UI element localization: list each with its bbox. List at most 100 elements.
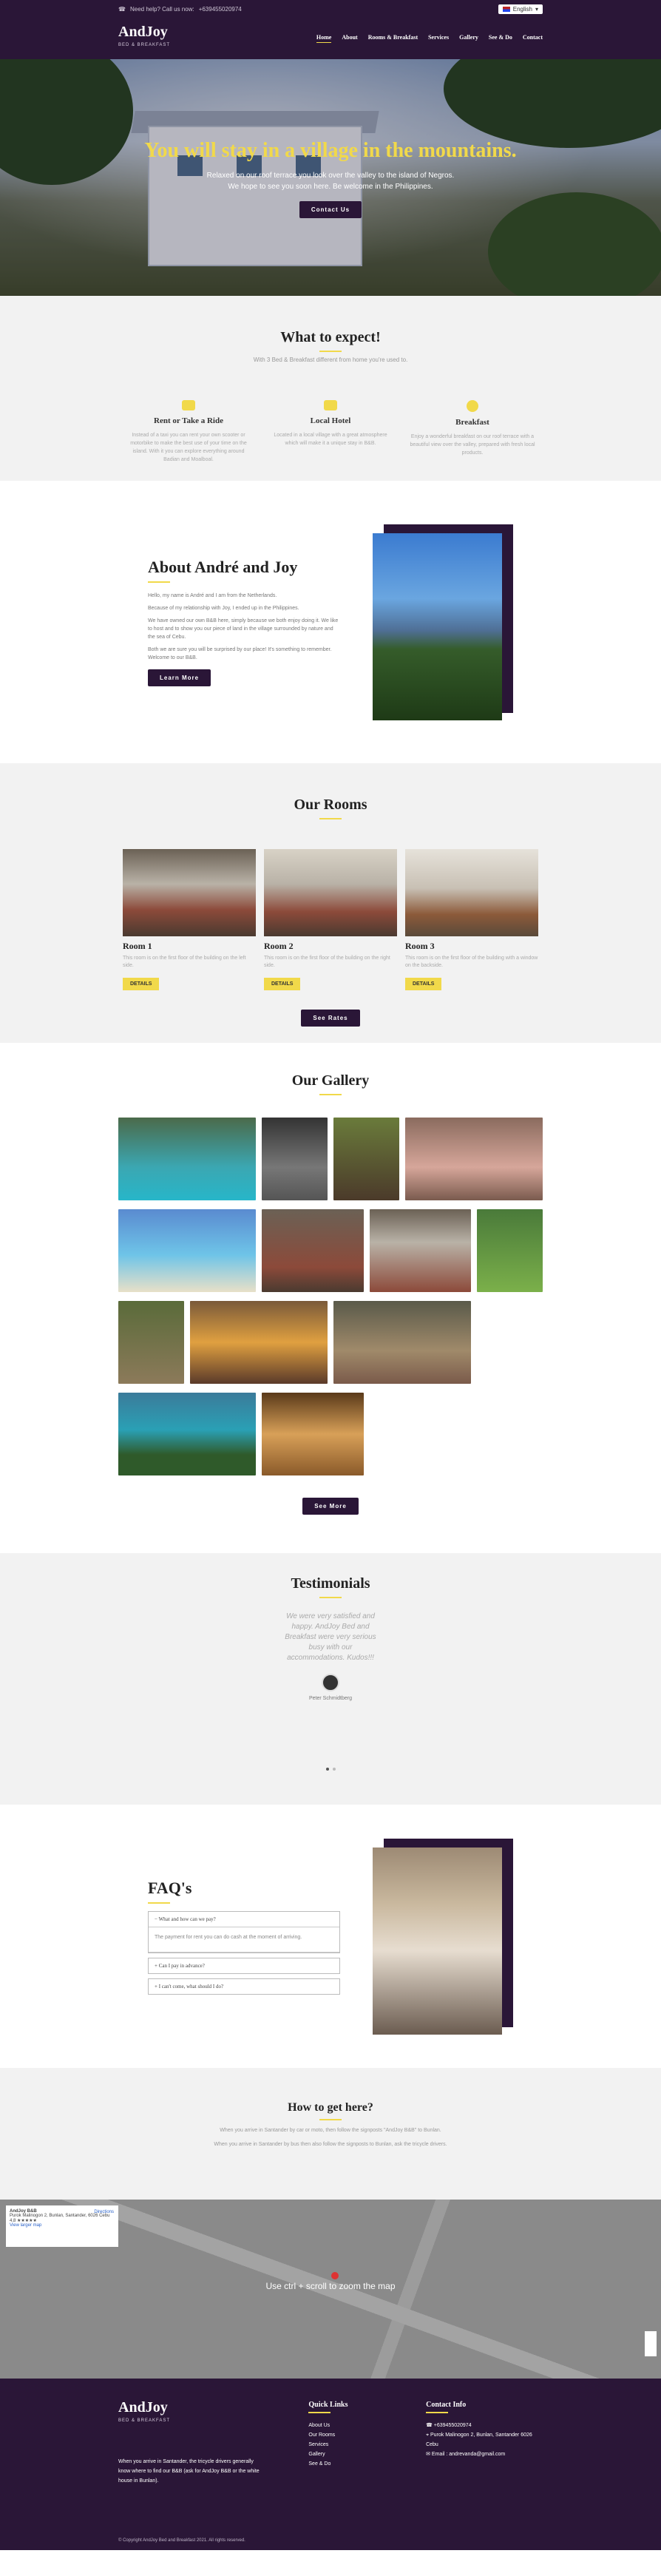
hero-text-1: Relaxed on our roof terrace you look ove… (206, 172, 455, 180)
room-name: Room 2 (264, 941, 294, 951)
gallery-image-fruit[interactable] (190, 1301, 328, 1384)
faq-item[interactable]: + Can I pay in advance? (148, 1957, 340, 1974)
directions-text: When you arrive in Santander by car or m… (220, 2128, 441, 2133)
testimonial-quote: We were very satisfied and happy. AndJoy… (285, 1612, 376, 1662)
map-pin-icon[interactable] (331, 2272, 339, 2279)
nav-item-contact[interactable]: Contact (523, 34, 543, 43)
about-text: About André and Joy Hello, my name is An… (148, 558, 340, 686)
title-underline (319, 818, 342, 819)
breakfast-icon (467, 400, 478, 412)
footer-link[interactable]: Gallery (308, 2450, 382, 2459)
nav-item-services[interactable]: Services (428, 34, 449, 43)
faq-photo (373, 1838, 513, 2035)
testimonial-author: Peter Schmidtberg (309, 1696, 352, 1701)
faq-item[interactable]: + I can't come, what should I do? (148, 1978, 340, 1995)
feature-breakfast: Breakfast Enjoy a wonderful breakfast on… (410, 400, 535, 464)
faq-question[interactable]: − What and how can we pay? (149, 1912, 339, 1927)
gallery-image-food[interactable] (262, 1393, 364, 1475)
gallery-image-monkey[interactable] (262, 1118, 328, 1200)
gallery-image-room[interactable] (262, 1209, 364, 1292)
footer-link[interactable]: Services (308, 2440, 382, 2450)
gallery-image-beach[interactable] (118, 1209, 256, 1292)
feature-rent: Rent or Take a Ride Instead of a taxi yo… (126, 400, 251, 464)
feature-title: Local Hotel (310, 416, 351, 425)
rooms-title: Our Rooms (294, 797, 367, 813)
room-photo[interactable] (264, 849, 397, 936)
see-rates-button[interactable]: See Rates (301, 1010, 360, 1027)
minus-icon: − (155, 1916, 157, 1922)
feature-hotel: Local Hotel Located in a local village w… (268, 400, 393, 464)
gallery-image-waterfall[interactable] (118, 1118, 256, 1200)
map-zoom-hint: Use ctrl + scroll to zoom the map (265, 2281, 396, 2291)
site-logo[interactable]: AndJoy BED & BREAKFAST (118, 24, 170, 52)
gallery-image-room[interactable] (369, 1209, 471, 1292)
footer-link[interactable]: See & Do (308, 2459, 382, 2469)
nav-menu: Home About Rooms & Breakfast Services Ga… (316, 34, 543, 43)
room-photo[interactable] (405, 849, 538, 936)
learn-more-button[interactable]: Learn More (148, 669, 211, 686)
car-icon (182, 400, 195, 410)
title-underline (148, 581, 170, 583)
plus-icon: + (155, 1962, 157, 1969)
directions-title: How to get here? (288, 2101, 373, 2114)
footer-logo[interactable]: AndJoy BED & BREAKFAST (118, 2400, 264, 2427)
brand-name: AndJoy (118, 24, 168, 40)
directions-link[interactable]: Directions (94, 2210, 114, 2214)
chevron-down-icon: ▾ (535, 5, 538, 13)
about-title: About André and Joy (148, 558, 298, 576)
footer-quick-links: Quick Links About Us Our Rooms Services … (308, 2401, 382, 2550)
room-description: This room is on the first floor of the b… (123, 956, 246, 968)
nav-item-see-do[interactable]: See & Do (489, 34, 512, 43)
hallway-photo (373, 1847, 502, 2035)
contact-us-button[interactable]: Contact Us (299, 201, 362, 218)
room-photo[interactable] (123, 849, 256, 936)
nav-item-about[interactable]: About (342, 34, 357, 43)
gallery-image-pig[interactable] (333, 1301, 471, 1384)
title-underline (319, 1094, 342, 1095)
google-map[interactable]: AndJoy B&B Purok Malinogon 2, Bunlan, Sa… (0, 2200, 661, 2379)
hero-text-2: We hope to see you soon here. Be welcome… (228, 183, 433, 191)
phone-icon: ☎ (118, 5, 126, 13)
footer-link[interactable]: About Us (308, 2421, 382, 2430)
view-larger-map-link[interactable]: View larger map (10, 2223, 115, 2228)
faq-content: FAQ's − What and how can we pay? The pay… (148, 1879, 340, 1995)
contact-info-title: Contact Info (426, 2401, 467, 2409)
nav-item-gallery[interactable]: Gallery (459, 34, 478, 43)
gallery-image-animal[interactable] (333, 1118, 399, 1200)
directions-section: How to get here? When you arrive in Sant… (0, 2068, 661, 2200)
room-details-button[interactable]: DETAILS (264, 978, 301, 990)
feature-title: Breakfast (455, 418, 489, 427)
feature-title: Rent or Take a Ride (154, 416, 223, 425)
room-card: Room 1 This room is on the first floor o… (123, 849, 256, 990)
phone-number[interactable]: +639455020974 (199, 6, 242, 13)
footer-link[interactable]: Our Rooms (308, 2430, 382, 2440)
nav-item-home[interactable]: Home (316, 34, 332, 43)
footer-email[interactable]: ✉ Email : andrevanda@gmail.com (426, 2450, 543, 2459)
hero-title: You will stay in a village in the mounta… (144, 139, 517, 162)
testimonials-title: Testimonials (291, 1575, 370, 1592)
carousel-dots (118, 1768, 543, 1771)
features-list: Rent or Take a Ride Instead of a taxi yo… (118, 400, 543, 464)
see-more-button[interactable]: See More (302, 1498, 359, 1515)
gallery-image-person[interactable] (118, 1301, 184, 1384)
phone-icon: ☎ (426, 2423, 433, 2428)
gallery-title: Our Gallery (291, 1072, 370, 1089)
faq-answer: The payment for rent you can do cash at … (149, 1927, 339, 1953)
hero-banner: You will stay in a village in the mounta… (0, 59, 661, 296)
language-selector[interactable]: English ▾ (498, 4, 543, 14)
top-bar: ☎ Need help? Call us now: +639455020974 … (0, 0, 661, 18)
gallery-image-island[interactable] (118, 1393, 256, 1475)
footer-phone[interactable]: ☎ +639455020974 (426, 2421, 543, 2430)
title-underline (148, 1901, 170, 1904)
room-details-button[interactable]: DETAILS (123, 978, 160, 990)
nav-item-rooms[interactable]: Rooms & Breakfast (368, 34, 418, 43)
room-details-button[interactable]: DETAILS (405, 978, 442, 990)
gallery-image-pigs[interactable] (405, 1118, 543, 1200)
zoom-controls[interactable] (645, 2331, 657, 2356)
footer: AndJoy BED & BREAKFAST When you arrive i… (0, 2379, 661, 2550)
flag-icon (502, 6, 510, 12)
feature-text: Instead of a taxi you can rent your own … (130, 433, 247, 462)
gallery-image-plant[interactable] (477, 1209, 543, 1292)
carousel-dot[interactable] (325, 1768, 329, 1771)
carousel-dot[interactable] (332, 1768, 336, 1771)
